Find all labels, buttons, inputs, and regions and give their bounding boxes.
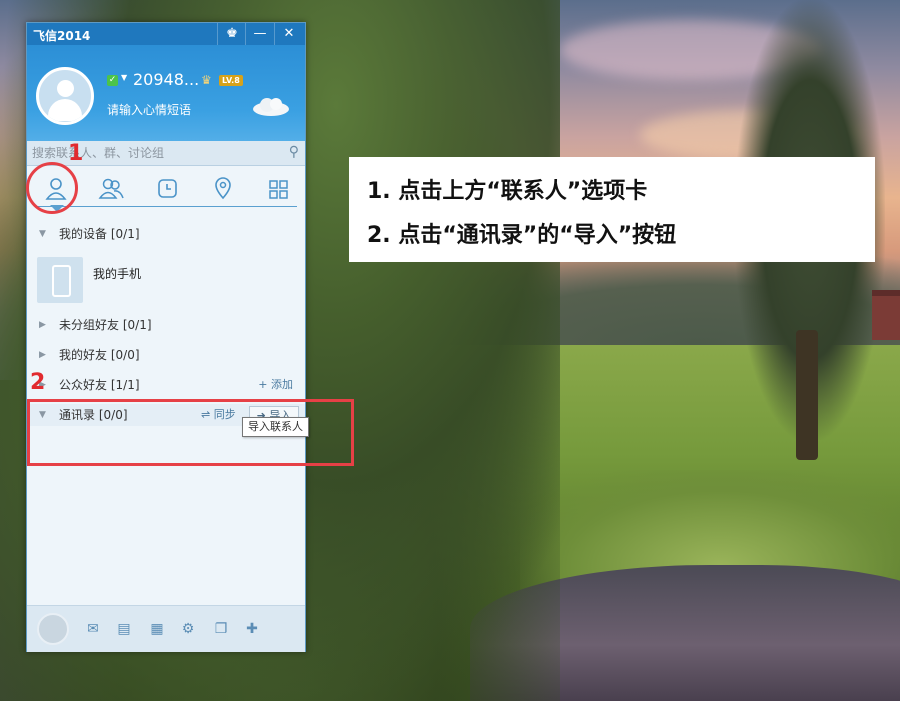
avatar-body-shape bbox=[48, 99, 82, 121]
instruction-callout: 1. 点击上方“联系人”选项卡 2. 点击“通讯录”的“导入”按钮 bbox=[349, 157, 875, 262]
search-icon[interactable]: ⚲ bbox=[289, 144, 299, 160]
tab-underline bbox=[35, 206, 297, 207]
annotation-box-step2 bbox=[27, 399, 354, 466]
cloud-weather-icon[interactable] bbox=[249, 95, 291, 117]
add-contact-icon[interactable]: ✚ bbox=[243, 620, 261, 638]
minimize-button[interactable]: — bbox=[245, 23, 274, 45]
instruction-line-1: 1. 点击上方“联系人”选项卡 bbox=[367, 179, 648, 204]
annotation-number-1: 1 bbox=[68, 141, 84, 166]
group-label: 我的好友 [0/0] bbox=[59, 348, 140, 362]
phone-thumbnail bbox=[37, 257, 83, 303]
tab-apps[interactable] bbox=[263, 175, 293, 203]
group-label: 未分组好友 [0/1] bbox=[59, 318, 152, 332]
device-my-phone[interactable]: 我的手机 bbox=[37, 257, 297, 305]
chevron-right-icon: ▶ bbox=[39, 350, 46, 360]
annotation-number-2: 2 bbox=[30, 370, 46, 395]
annotation-circle-step1 bbox=[26, 162, 78, 214]
status-dropdown-icon[interactable]: ▼ bbox=[121, 73, 127, 82]
user-number: 20948... bbox=[133, 70, 200, 89]
instruction-line-2: 2. 点击“通讯录”的“导入”按钮 bbox=[367, 223, 677, 248]
crown-icon[interactable]: ♛ bbox=[201, 73, 212, 87]
online-status-icon[interactable]: ✓ bbox=[107, 75, 118, 86]
title-bar[interactable]: 飞信2014 ♚ — ✕ bbox=[27, 23, 305, 45]
close-button[interactable]: ✕ bbox=[274, 23, 303, 45]
wallpaper-house bbox=[872, 290, 900, 340]
mail-icon[interactable]: ✉ bbox=[84, 620, 102, 638]
wallpaper-tree-trunk bbox=[796, 330, 818, 460]
bottom-toolbar: ✉ ▤ ▦ ⚙ ❐ ✚ bbox=[27, 605, 305, 652]
group-my-devices[interactable]: ▼ 我的设备 [0/1] bbox=[27, 223, 305, 245]
fetion-window: 飞信2014 ♚ — ✕ ✓ ▼ 20948... ♛ LV.8 请输入心情短语… bbox=[26, 22, 306, 652]
group-my-friends[interactable]: ▶ 我的好友 [0/0] bbox=[27, 344, 305, 366]
tab-nearby[interactable] bbox=[208, 175, 238, 203]
tab-groups[interactable] bbox=[96, 175, 126, 203]
phone-icon bbox=[52, 265, 71, 297]
robot-avatar-icon[interactable] bbox=[37, 613, 69, 645]
group-label: 公众好友 [1/1] bbox=[59, 378, 140, 392]
mood-input[interactable]: 请输入心情短语 bbox=[107, 101, 191, 118]
app-title: 飞信2014 bbox=[33, 29, 91, 43]
level-badge[interactable]: LV.8 bbox=[219, 75, 243, 86]
device-name: 我的手机 bbox=[93, 267, 142, 281]
avatar-head-shape bbox=[57, 80, 74, 97]
file-icon[interactable]: ❐ bbox=[212, 620, 230, 638]
chevron-down-icon: ▼ bbox=[39, 229, 46, 239]
skin-icon[interactable]: ♚ bbox=[217, 23, 246, 45]
group-ungrouped[interactable]: ▶ 未分组好友 [0/1] bbox=[27, 314, 305, 336]
chevron-right-icon: ▶ bbox=[39, 320, 46, 330]
add-public-friend-link[interactable]: + 添加 bbox=[258, 374, 293, 396]
sms-icon[interactable]: ▤ bbox=[115, 620, 133, 638]
avatar[interactable] bbox=[36, 67, 94, 125]
settings-icon[interactable]: ⚙ bbox=[179, 620, 197, 638]
group-label: 我的设备 [0/1] bbox=[59, 227, 140, 241]
group-public-friends[interactable]: ▶ 公众好友 [1/1] + 添加 bbox=[27, 374, 305, 396]
tab-recent[interactable] bbox=[152, 175, 182, 203]
calendar-icon[interactable]: ▦ bbox=[148, 620, 166, 638]
